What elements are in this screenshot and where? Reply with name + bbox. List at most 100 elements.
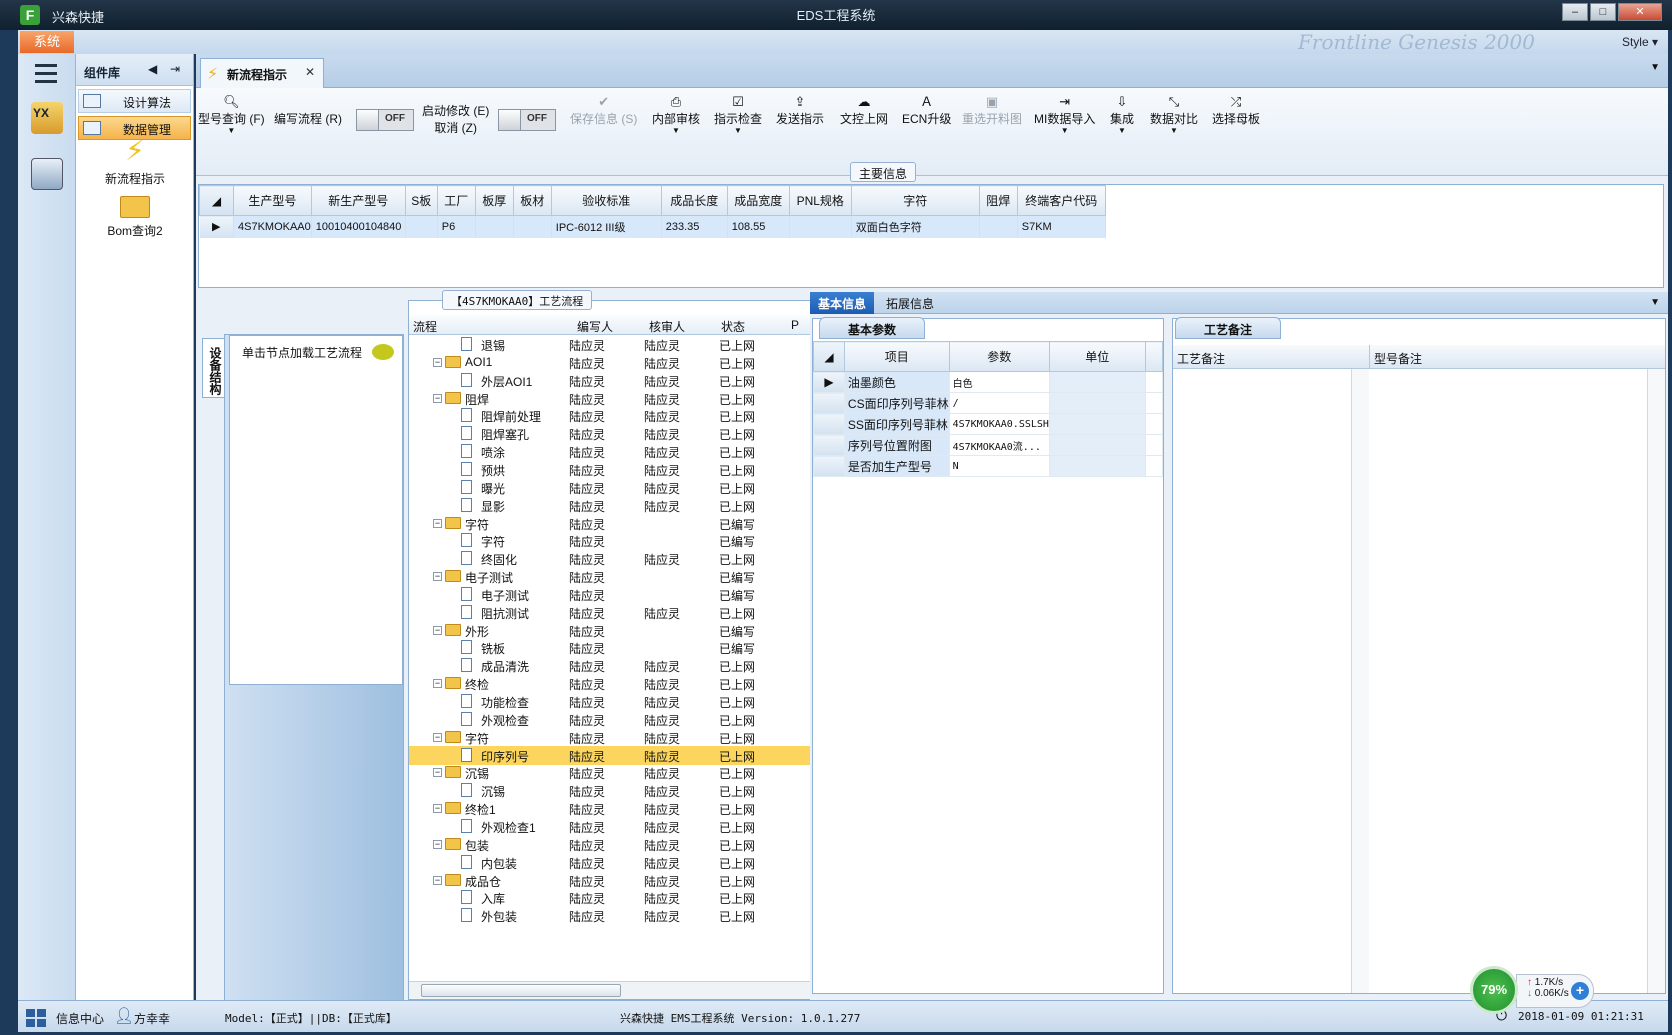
col-header[interactable]: 工厂 (436, 185, 476, 216)
param-value-cell[interactable]: N (948, 455, 1050, 477)
integrate-button[interactable]: ⇩ 集成 ▼ (1110, 94, 1134, 135)
tab-equipment-structure[interactable]: 设备结构 (202, 338, 224, 398)
table-cell[interactable]: 233.35 (661, 215, 728, 238)
col-header[interactable]: 板材 (512, 185, 552, 216)
col-header[interactable]: 终端客户代码 (1016, 185, 1106, 216)
scroll-thumb[interactable] (421, 984, 621, 997)
collapse-toggle-icon[interactable]: − (433, 839, 442, 849)
param-value-cell[interactable]: 4S7KMOKAA0流... (948, 434, 1050, 456)
tab-basic-info[interactable]: 基本信息 (810, 292, 875, 314)
col-header[interactable]: 验收标准 (550, 185, 662, 216)
equipment-tree[interactable]: 单击节点加载工艺流程 (229, 335, 403, 685)
param-unit-cell[interactable] (1048, 413, 1146, 435)
start-modify-toggle[interactable]: OFF (498, 109, 556, 131)
col-header[interactable]: 流程 (413, 318, 437, 335)
param-value-cell[interactable]: 4S7KMOKAA0.SSLSH (948, 413, 1050, 435)
edit-flow-toggle[interactable]: OFF (356, 109, 414, 131)
param-unit-cell[interactable] (1048, 434, 1146, 456)
col-header[interactable]: 板厚 (474, 185, 514, 216)
col-header[interactable]: 新生产型号 (310, 185, 406, 216)
col-header[interactable]: 生产型号 (233, 185, 312, 216)
start-modify-button[interactable]: 启动修改 (E) 取消 (Z) (422, 102, 489, 136)
collapse-toggle-icon[interactable]: − (433, 875, 442, 885)
col-header[interactable]: 项目 (843, 341, 950, 372)
param-item-cell[interactable]: CS面印序列号菲林 (843, 392, 950, 414)
collapse-toggle-icon[interactable]: − (433, 393, 442, 403)
mi-import-button[interactable]: ⇥ MI数据导入 ▼ (1034, 94, 1095, 135)
param-item-cell[interactable]: 序列号位置附图 (843, 434, 950, 456)
ecn-upgrade-button[interactable]: Ａ ECN升级 (902, 94, 951, 127)
tab-basic-params[interactable]: 基本参数 (819, 317, 926, 339)
param-item-cell[interactable]: 油墨颜色 (843, 371, 950, 393)
pin-icon[interactable]: ⇥ (170, 62, 180, 76)
collapse-toggle-icon[interactable]: − (433, 732, 442, 742)
col-header[interactable]: 单位 (1048, 341, 1146, 372)
collapse-toggle-icon[interactable]: − (433, 679, 442, 689)
vertical-scrollbar[interactable] (1647, 369, 1665, 993)
col-header[interactable]: S板 (404, 185, 438, 216)
vertical-scrollbar[interactable] (1351, 369, 1369, 993)
model-query-button[interactable]: 🔍︎ 型号查询 (F) ▼ (198, 94, 265, 135)
col-header[interactable]: 成品宽度 (726, 185, 790, 216)
table-cell[interactable] (405, 215, 438, 238)
col-header[interactable]: 字符 (850, 185, 980, 216)
collapse-toggle-icon[interactable]: − (433, 768, 442, 778)
col-header[interactable]: PNL规格 (788, 185, 852, 216)
refresh-cutting-button[interactable]: ▣ 重选开料图 (962, 94, 1022, 127)
param-row[interactable]: SS面印序列号菲林 4S7KMOKAA0.SSLSH (813, 413, 1164, 435)
param-unit-cell[interactable] (1048, 371, 1146, 393)
collapse-toggle-icon[interactable]: − (433, 804, 442, 814)
module-yx-icon[interactable]: YX (31, 102, 63, 134)
close-button[interactable]: ✕ (1618, 3, 1662, 21)
table-row[interactable]: ▶ 4S7KMOKAA0 10010400104840 P6 IPC-6012 … (199, 215, 1106, 238)
table-cell[interactable]: IPC-6012 III级 (551, 215, 662, 238)
table-cell[interactable]: 双面白色字符 (851, 215, 980, 238)
system-menu-button[interactable]: 系统 (20, 31, 74, 53)
save-info-button[interactable]: ✔ 保存信息 (S) (570, 94, 637, 127)
data-compare-button[interactable]: ⤡ 数据对比 ▼ (1150, 94, 1198, 135)
table-cell[interactable]: 108.55 (727, 215, 790, 238)
style-menu[interactable]: Style ▾ (1622, 35, 1658, 49)
tile-new-flow-instruction[interactable]: ⚡ 新流程指示 (76, 136, 194, 187)
table-cell[interactable] (789, 215, 852, 238)
collapse-toggle-icon[interactable]: − (433, 357, 442, 367)
col-header[interactable]: 编写人 (577, 318, 613, 335)
process-remark-textarea[interactable] (1173, 369, 1351, 993)
hamburger-menu-icon[interactable] (35, 64, 57, 88)
col-header[interactable]: 状态 (721, 318, 745, 335)
param-row[interactable]: 序列号位置附图 4S7KMOKAA0流... (813, 434, 1164, 456)
collapse-toggle-icon[interactable]: − (433, 518, 442, 528)
param-item-cell[interactable]: SS面印序列号菲林 (843, 413, 950, 435)
collapse-toggle-icon[interactable]: − (433, 572, 442, 582)
param-row[interactable]: 是否加生产型号 N (813, 455, 1164, 477)
instruction-check-button[interactable]: ☑ 指示检查 ▼ (714, 94, 762, 135)
col-header[interactable]: 成品长度 (660, 185, 728, 216)
chevron-down-icon[interactable]: ▼ (1650, 297, 1660, 308)
table-cell[interactable]: S7KM (1017, 215, 1106, 238)
col-header[interactable]: 阻焊 (978, 185, 1018, 216)
col-header[interactable]: 参数 (948, 341, 1050, 372)
param-row[interactable]: ▶ 油墨颜色 白色 (813, 371, 1164, 393)
plus-icon[interactable]: + (1571, 982, 1589, 1000)
tab-extended-info[interactable]: 拓展信息 (878, 292, 942, 314)
param-unit-cell[interactable] (1048, 455, 1146, 477)
param-row[interactable]: CS面印序列号菲林 / (813, 392, 1164, 414)
param-item-cell[interactable]: 是否加生产型号 (843, 455, 950, 477)
maximize-button[interactable]: □ (1590, 3, 1616, 21)
send-instruction-button[interactable]: ⇪ 发送指示 (776, 94, 824, 127)
lib-item-design-algorithm[interactable]: 设计算法 (78, 89, 191, 113)
network-monitor[interactable]: ↑ 1.7K/s ↓ 0.06K/s + 79% (1470, 966, 1594, 1016)
table-cell[interactable] (513, 215, 552, 238)
param-value-cell[interactable]: / (948, 392, 1050, 414)
col-header[interactable]: 核审人 (649, 318, 685, 335)
collapse-toggle-icon[interactable]: − (433, 625, 442, 635)
chevron-down-icon[interactable]: ▼ (1650, 62, 1660, 73)
model-remark-textarea[interactable] (1371, 369, 1647, 993)
table-cell[interactable]: 4S7KMOKAA0 (233, 215, 312, 238)
doc-upload-button[interactable]: ☁ 文控上网 (840, 94, 888, 127)
param-unit-cell[interactable] (1048, 392, 1146, 414)
collapse-left-icon[interactable]: ◀ (148, 62, 157, 76)
edit-flow-button[interactable]: 编写流程 (R) (274, 110, 342, 127)
tab-new-flow-instruction[interactable]: ⚡ 新流程指示 ✕ (200, 58, 324, 88)
close-tab-icon[interactable]: ✕ (305, 65, 315, 79)
